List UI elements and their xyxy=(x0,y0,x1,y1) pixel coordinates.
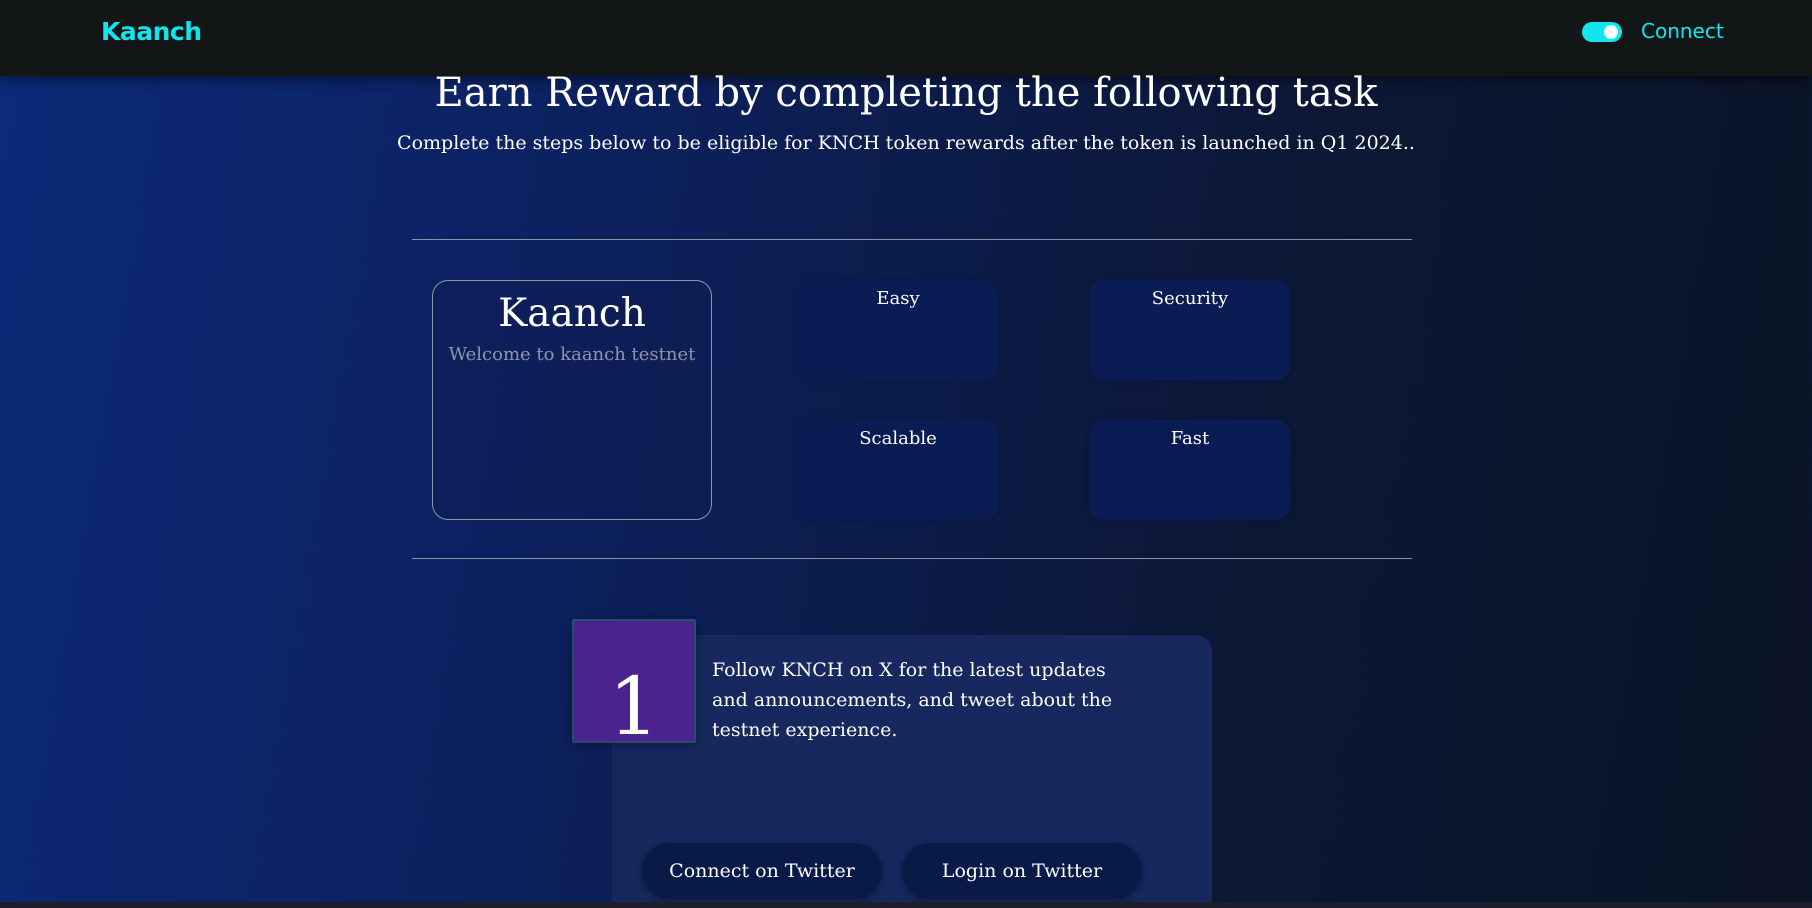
top-navbar: Kaanch Connect xyxy=(0,0,1812,76)
page-subtitle: Complete the steps below to be eligible … xyxy=(397,132,1415,154)
feature-card-fast: Fast xyxy=(1090,420,1290,520)
intro-card-subtitle: Welcome to kaanch testnet xyxy=(448,343,696,365)
top-divider xyxy=(412,239,1412,240)
toggle-knob xyxy=(1604,25,1618,39)
step-number-badge: 1 xyxy=(572,619,696,747)
page-title: Earn Reward by completing the following … xyxy=(434,70,1378,116)
kaanch-logo[interactable]: Kaanch xyxy=(101,17,202,46)
intro-card: Kaanch Welcome to kaanch testnet xyxy=(432,280,712,520)
connect-twitter-button[interactable]: Connect on Twitter xyxy=(642,843,882,899)
feature-card-easy: Easy xyxy=(798,280,998,380)
feature-card-scalable: Scalable xyxy=(798,420,998,520)
login-twitter-button[interactable]: Login on Twitter xyxy=(902,843,1142,899)
step-number: 1 xyxy=(608,660,660,753)
bottom-divider xyxy=(412,558,1412,559)
connect-wallet-link[interactable]: Connect xyxy=(1641,19,1724,43)
intro-card-title: Kaanch xyxy=(498,291,646,336)
theme-toggle[interactable] xyxy=(1582,22,1622,42)
feature-card-security: Security xyxy=(1090,280,1290,380)
task-description: Follow KNCH on X for the latest updates … xyxy=(712,659,1113,741)
window-bottom-edge xyxy=(0,902,1812,908)
